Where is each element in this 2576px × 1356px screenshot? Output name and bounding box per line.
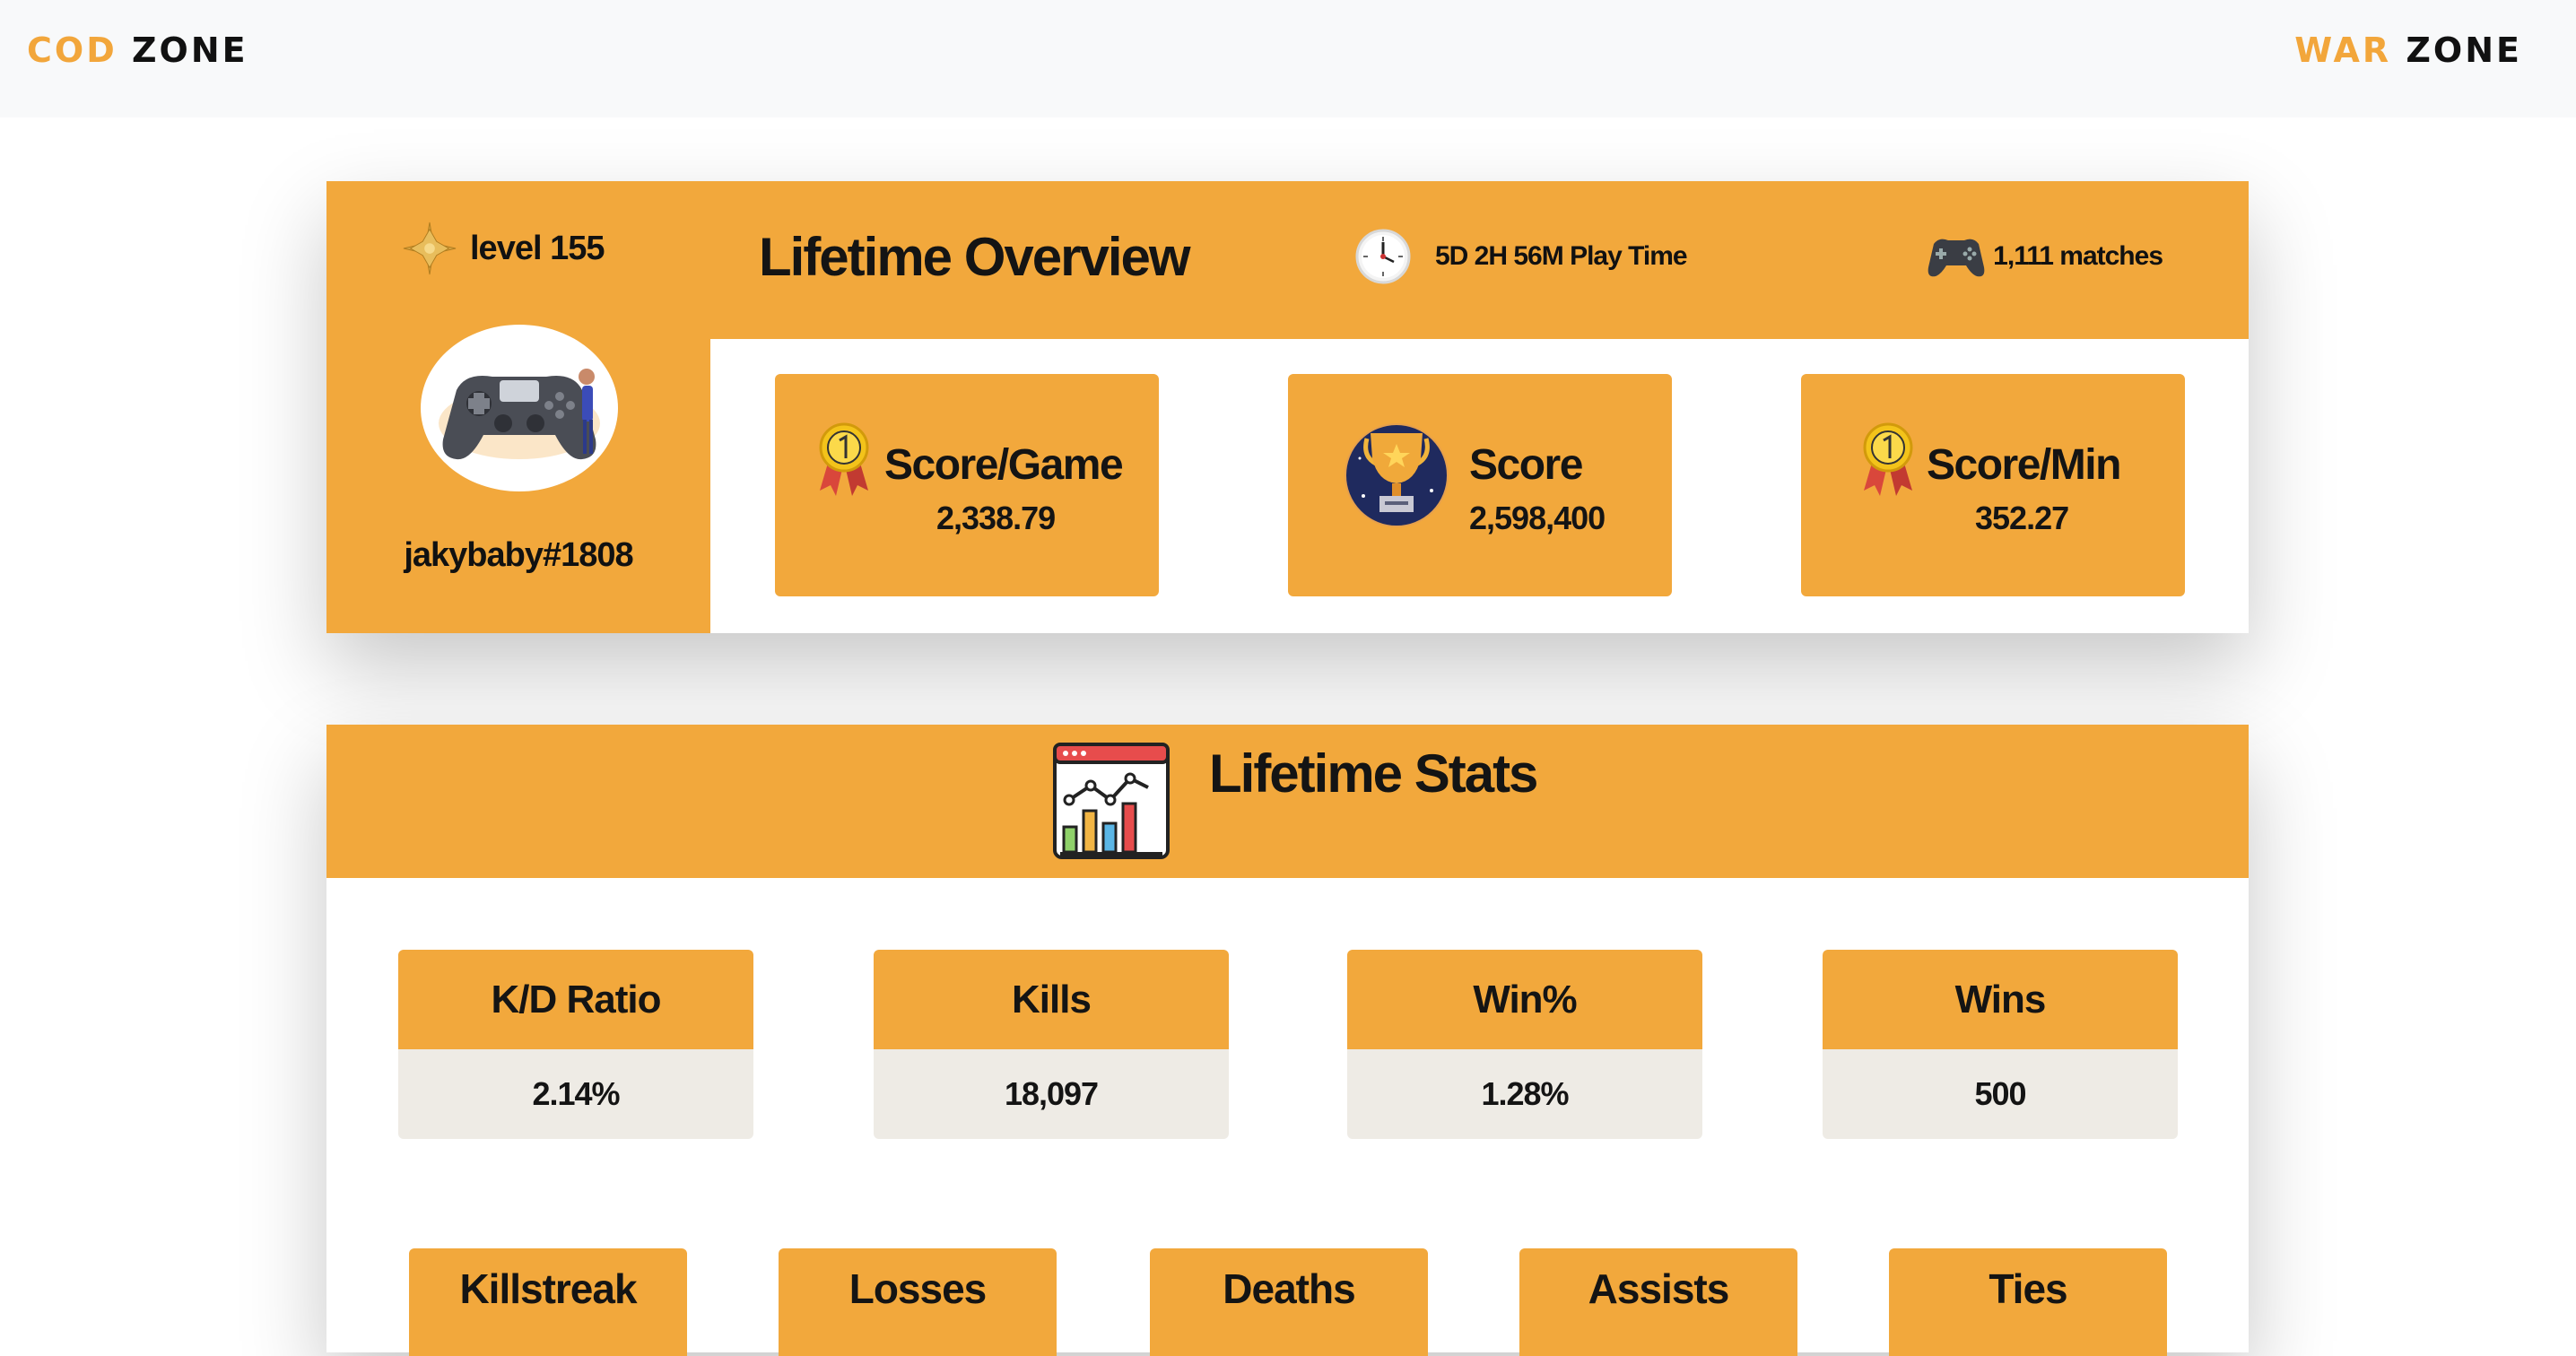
stat-label: Assists: [1588, 1265, 1730, 1312]
playtime-info: 5D 2H 56M Play Time: [1354, 228, 1688, 285]
stat-value: 1.28%: [1347, 1049, 1702, 1139]
deaths-stat: Deaths: [1150, 1248, 1428, 1356]
assists-stat: Assists: [1519, 1248, 1797, 1356]
score-per-min-tile: Score/Min 352.27: [1801, 374, 2185, 596]
stat-value: 500: [1823, 1049, 2178, 1139]
tile-value: 2,338.79: [936, 500, 1056, 536]
matches-info: 1,111 matches: [1927, 233, 2163, 280]
gamer-avatar-icon: [421, 325, 618, 491]
controller-illustration: [439, 369, 600, 460]
cod-zone-logo-link[interactable]: COD ZONE: [27, 30, 248, 70]
overview-header: Lifetime Overview 5D 2H 56M Play Time 1,…: [710, 181, 2249, 339]
stat-label: Kills: [874, 950, 1229, 1049]
medal-icon: [1863, 422, 1913, 496]
level-badge: level 155: [402, 217, 605, 280]
kd-ratio-stat: K/D Ratio 2.14%: [398, 950, 753, 1139]
stat-label: Losses: [849, 1265, 988, 1312]
lifetime-stats-card: Lifetime Stats K/D Ratio 2.14% Kills 18,…: [326, 725, 2249, 1356]
tile-label: Score/Min: [1927, 441, 2121, 489]
stat-label: Wins: [1823, 950, 2178, 1049]
tile-value: 352.27: [1975, 500, 2069, 536]
stat-label: K/D Ratio: [398, 950, 753, 1049]
brand-right-dark: ZONE: [2406, 30, 2522, 70]
playtime-label: 5D 2H 56M Play Time: [1435, 241, 1688, 271]
win-percent-stat: Win% 1.28%: [1347, 950, 1702, 1139]
ties-stat: Ties: [1889, 1248, 2167, 1356]
kills-stat: Kills 18,097: [874, 950, 1229, 1139]
chart-dashboard-icon: [1053, 743, 1170, 859]
tile-value: 2,598,400: [1469, 500, 1606, 536]
stat-label: Win%: [1347, 950, 1702, 1049]
clock-icon: [1355, 229, 1411, 284]
level-label: level 155: [470, 229, 605, 267]
overview-title: Lifetime Overview: [759, 227, 1191, 287]
profile-panel: level 155 jakybaby#1808: [326, 181, 710, 633]
brand-left-dark: ZONE: [131, 30, 248, 70]
tile-label: Score: [1469, 441, 1583, 489]
wins-stat: Wins 500: [1823, 950, 2178, 1139]
stat-value: 2.14%: [398, 1049, 753, 1139]
brand-right-accent: WAR: [2294, 30, 2392, 70]
stats-title: Lifetime Stats: [1209, 743, 1538, 804]
losses-stat: Losses: [779, 1248, 1057, 1356]
score-per-game-tile: Score/Game 2,338.79: [775, 374, 1159, 596]
gamepad-icon: [1928, 239, 1985, 277]
killstreak-stat: Killstreak: [409, 1248, 687, 1356]
stat-label: Ties: [1989, 1265, 2067, 1312]
trophy-icon: [1345, 423, 1449, 527]
lifetime-overview-card: level 155 jakybaby#1808 Lifetime Overvie…: [326, 181, 2249, 633]
username: jakybaby#1808: [404, 536, 633, 574]
score-tile: Score 2,598,400: [1288, 374, 1672, 596]
stat-label: Deaths: [1223, 1265, 1355, 1312]
tile-label: Score/Game: [884, 441, 1124, 489]
stat-label: Killstreak: [459, 1265, 637, 1312]
brand-left-accent: COD: [27, 30, 117, 70]
war-zone-logo-link[interactable]: WAR ZONE: [2294, 30, 2522, 70]
stat-value: 18,097: [874, 1049, 1229, 1139]
matches-label: 1,111 matches: [1993, 241, 2163, 271]
top-navbar: COD ZONE WAR ZONE: [0, 0, 2576, 117]
stats-header: Lifetime Stats: [326, 725, 2249, 878]
medal-icon: [819, 422, 869, 496]
gold-star-icon: [403, 222, 457, 275]
